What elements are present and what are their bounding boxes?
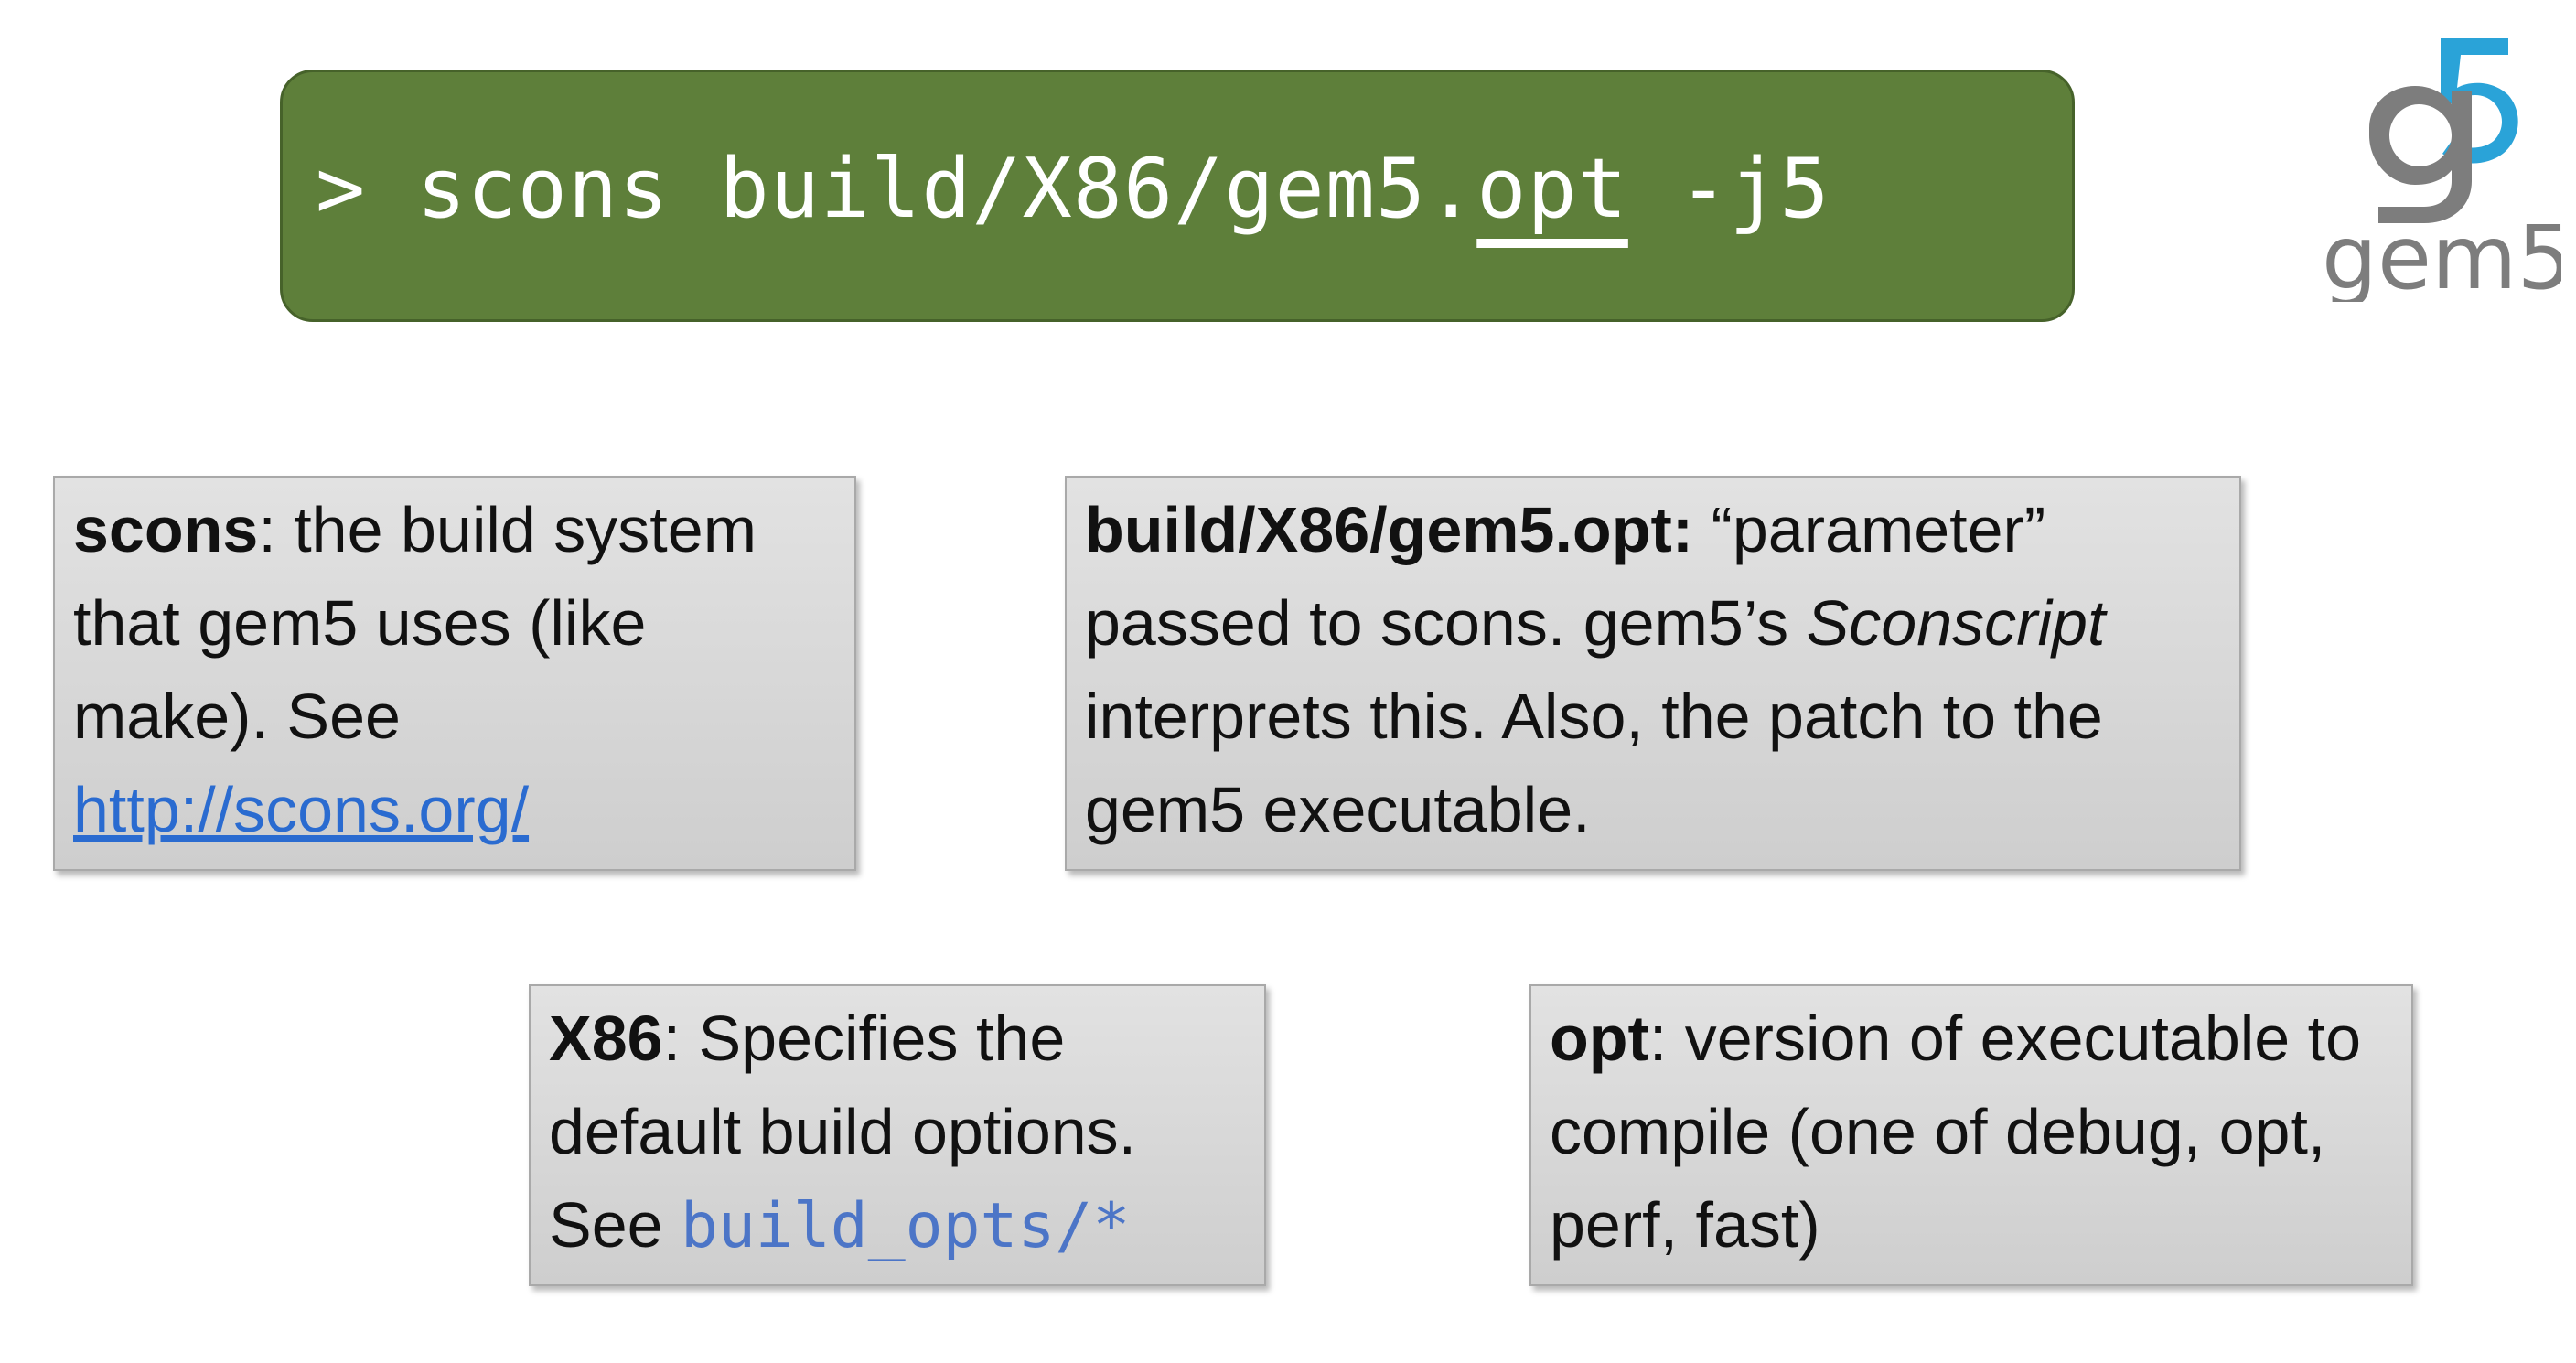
command-program: scons [416, 141, 670, 237]
build-opts-path: build_opts/* [681, 1190, 1131, 1262]
command-line: > scons build/X86/gem5.opt -j5 [316, 72, 1830, 319]
sconscript-term: Sconscript [1806, 587, 2106, 659]
scons-link[interactable]: http://scons.org/ [73, 774, 529, 845]
command-variant: opt [1476, 141, 1628, 237]
x86-term: X86 [549, 1003, 663, 1074]
command-banner: > scons build/X86/gem5.opt -j5 [280, 70, 2075, 322]
prompt-symbol: > [316, 141, 367, 237]
logo-wordmark: gem5 [2322, 207, 2561, 302]
parameter-explanation-box: build/X86/gem5.opt: “parameter” passed t… [1065, 476, 2241, 871]
parameter-description-2: interprets this. Also, the patch to the … [1085, 681, 2103, 845]
command-target: build/X86/gem5. [719, 141, 1477, 237]
scons-explanation-box: scons: the build system that gem5 uses (… [53, 476, 856, 871]
opt-explanation-box: opt: version of executable to compile (o… [1530, 984, 2413, 1286]
parameter-term: build/X86/gem5.opt: [1085, 494, 1694, 565]
opt-term: opt [1550, 1003, 1649, 1074]
opt-description: : version of executable to compile (one … [1550, 1003, 2362, 1261]
gem5-logo-icon: gem5 [2322, 38, 2561, 302]
x86-explanation-box: X86: Specifies the default build options… [529, 984, 1266, 1286]
scons-term: scons [73, 494, 259, 565]
command-jobs-flag: -j5 [1679, 141, 1830, 237]
